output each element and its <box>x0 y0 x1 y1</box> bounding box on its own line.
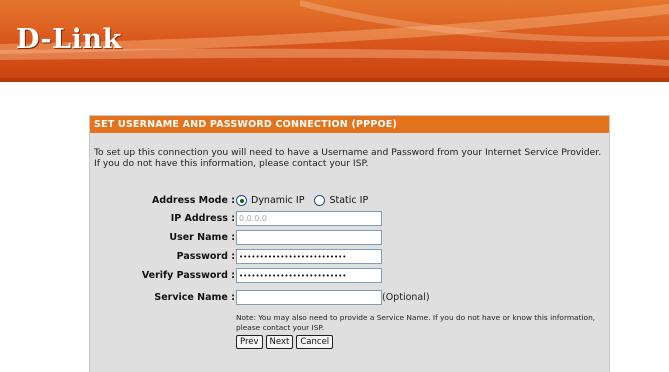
password-input[interactable] <box>236 249 382 264</box>
ip-address-input[interactable] <box>236 211 382 226</box>
static-ip-radio[interactable] <box>314 195 326 206</box>
user-name-input[interactable] <box>236 230 382 245</box>
verify-password-label: Verify Password : <box>141 270 235 281</box>
intro-text: To set up this connection you will need … <box>94 147 602 169</box>
optional-hint: (Optional) <box>382 292 430 303</box>
pppoe-setup-panel: SET USERNAME AND PASSWORD CONNECTION (PP… <box>89 115 610 372</box>
ip-address-label: IP Address : <box>170 213 235 224</box>
next-button[interactable]: Next <box>265 335 294 349</box>
service-name-label: Service Name : <box>154 292 235 303</box>
address-mode-row: Address Mode : Dynamic IP Static IP <box>90 193 609 208</box>
password-label: Password : <box>176 251 235 262</box>
dynamic-ip-radio[interactable] <box>236 195 247 206</box>
password-row: Password : <box>90 249 609 264</box>
user-name-label: User Name : <box>169 232 235 243</box>
service-name-row: Service Name : (Optional) <box>90 290 609 305</box>
static-ip-label[interactable]: Static IP <box>329 193 368 208</box>
verify-password-row: Verify Password : <box>90 268 609 283</box>
panel-title: SET USERNAME AND PASSWORD CONNECTION (PP… <box>90 116 609 133</box>
service-name-input[interactable] <box>236 290 382 305</box>
header-banner: D-Link <box>0 0 669 82</box>
address-mode-label: Address Mode : <box>151 195 235 206</box>
cancel-button[interactable]: Cancel <box>296 335 334 349</box>
dlink-logo: D-Link <box>16 24 122 55</box>
address-mode-radio-group: Dynamic IP Static IP <box>236 193 378 208</box>
prev-button[interactable]: Prev <box>236 335 263 349</box>
user-name-row: User Name : <box>90 230 609 245</box>
service-name-note: Note: You may also need to provide a Ser… <box>236 313 596 332</box>
ip-address-row: IP Address : <box>90 211 609 226</box>
verify-password-input[interactable] <box>236 268 382 283</box>
dynamic-ip-label[interactable]: Dynamic IP <box>251 193 304 208</box>
wizard-buttons: Prev Next Cancel <box>236 335 334 349</box>
